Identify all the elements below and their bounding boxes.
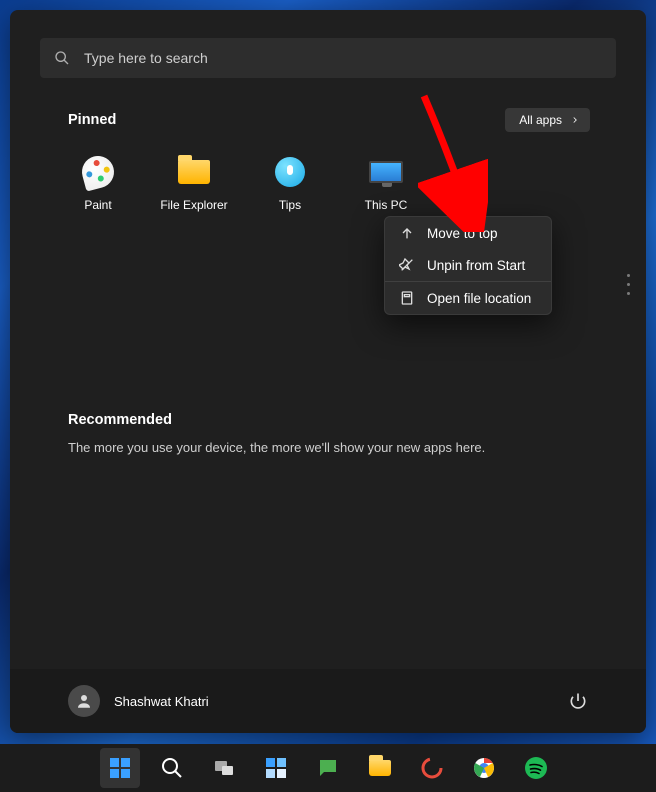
task-view-icon [212,756,236,780]
recommended-hint: The more you use your device, the more w… [68,440,588,455]
pinned-title: Pinned [68,112,116,128]
paint-icon [80,154,116,190]
all-apps-button[interactable]: All apps [505,108,590,132]
app-label: Tips [279,198,301,212]
power-button[interactable] [568,691,588,711]
windows-icon [108,756,132,780]
folder-icon [369,760,391,776]
lightbulb-icon [272,154,308,190]
search-button[interactable] [152,748,192,788]
chat-button[interactable] [308,748,348,788]
task-view-button[interactable] [204,748,244,788]
app-tile-file-explorer[interactable]: File Explorer [146,154,242,212]
file-location-icon [399,290,415,306]
spotify-button[interactable] [516,748,556,788]
unpin-icon [399,257,415,273]
search-placeholder: Type here to search [84,50,208,66]
circle-app-icon [420,756,444,780]
context-item-unpin[interactable]: Unpin from Start [385,249,551,281]
widgets-icon [264,756,288,780]
app-tile-this-pc[interactable]: This PC [338,154,434,212]
start-button[interactable] [100,748,140,788]
start-menu: Type here to search Pinned All apps Pain… [10,10,646,733]
chrome-icon [472,756,496,780]
file-explorer-button[interactable] [360,748,400,788]
context-item-label: Open file location [427,291,531,306]
app-label: File Explorer [160,198,227,212]
app-label: This PC [365,198,408,212]
start-menu-footer: Shashwat Khatri [10,669,646,733]
monitor-icon [368,154,404,190]
pinned-grid: Paint File Explorer Tips This PC [50,154,606,212]
app-label: Paint [84,198,111,212]
avatar [68,685,100,717]
app-button-red[interactable] [412,748,452,788]
chevron-right-icon [570,115,580,125]
context-item-open-file-location[interactable]: Open file location [385,282,551,314]
search-bar[interactable]: Type here to search [40,38,616,78]
search-icon [54,50,70,66]
folder-icon [176,154,212,190]
search-icon [160,756,184,780]
widgets-button[interactable] [256,748,296,788]
app-tile-tips[interactable]: Tips [242,154,338,212]
app-tile-paint[interactable]: Paint [50,154,146,212]
arrow-up-icon [399,225,415,241]
spotify-icon [524,756,548,780]
context-item-move-to-top[interactable]: Move to top [385,217,551,249]
all-apps-label: All apps [519,113,562,127]
page-indicator[interactable] [627,274,630,295]
chrome-button[interactable] [464,748,504,788]
context-menu: Move to top Unpin from Start Open file l… [384,216,552,315]
taskbar [0,744,656,792]
context-item-label: Move to top [427,226,498,241]
recommended-title: Recommended [68,412,588,428]
user-name: Shashwat Khatri [114,694,209,709]
user-account-button[interactable]: Shashwat Khatri [68,685,209,717]
chat-icon [316,756,340,780]
context-item-label: Unpin from Start [427,258,525,273]
